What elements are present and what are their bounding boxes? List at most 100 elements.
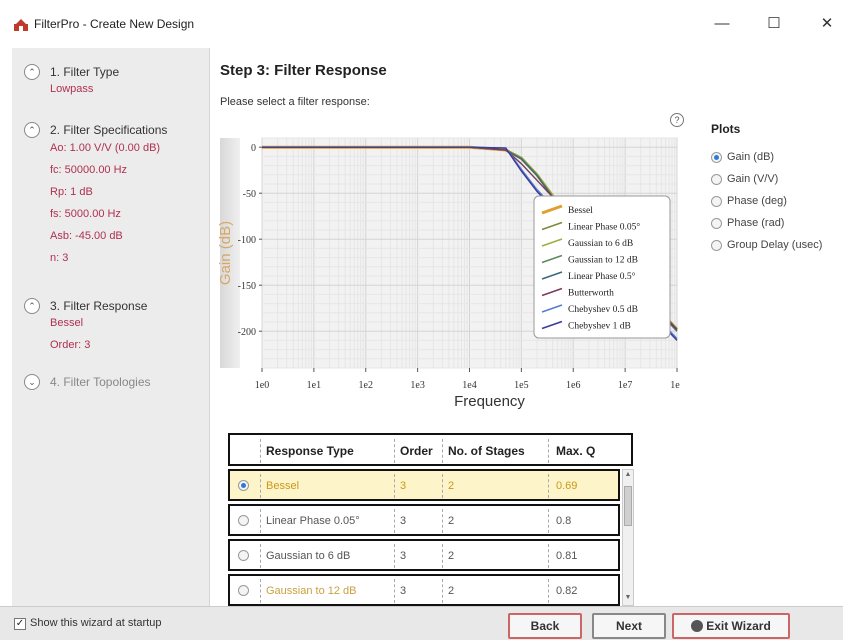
- legend-label: Chebyshev 0.5 dB: [568, 305, 638, 315]
- table-row[interactable]: Bessel 3 2 0.69: [228, 469, 620, 501]
- plot-option-gain-vv[interactable]: Gain (V/V): [711, 168, 843, 190]
- column-divider: [260, 439, 261, 463]
- x-tick-label: 1e3: [410, 380, 424, 391]
- cell-response-type: Bessel: [266, 480, 300, 492]
- plot-option-phase-rad[interactable]: Phase (rad): [711, 212, 843, 234]
- exit-icon: [691, 620, 704, 632]
- radio-button[interactable]: [711, 217, 722, 229]
- row-radio[interactable]: [238, 480, 249, 491]
- step-detail: fs: 5000.00 Hz: [50, 208, 121, 220]
- step-detail: Lowpass: [50, 83, 94, 95]
- table-scrollbar[interactable]: ▲ ▼: [622, 469, 634, 606]
- x-tick-label: 1e2: [359, 380, 373, 391]
- step-detail: fc: 50000.00 Hz: [50, 164, 128, 176]
- x-tick-label: 1e: [670, 380, 680, 391]
- cell-response-type: Linear Phase 0.05°: [266, 515, 360, 527]
- column-divider: [394, 544, 395, 568]
- plot-option-label: Phase (deg): [727, 195, 787, 207]
- next-button[interactable]: Next: [592, 613, 666, 639]
- title-bar: FilterPro - Create New Design — ☐ ✕: [0, 0, 843, 46]
- table-row[interactable]: Gaussian to 12 dB 3 2 0.82: [228, 574, 620, 606]
- response-table: Response Type Order No. of Stages Max. Q…: [228, 433, 638, 606]
- step-label[interactable]: 4. Filter Topologies: [50, 375, 151, 389]
- plot-option-label: Gain (dB): [727, 151, 775, 163]
- plot-option-group-delay[interactable]: Group Delay (usec): [711, 234, 843, 256]
- x-tick-label: 1e4: [462, 380, 476, 391]
- exit-wizard-button[interactable]: Exit Wizard: [672, 613, 790, 639]
- minimize-button[interactable]: —: [707, 12, 737, 36]
- step-label[interactable]: 2. Filter Specifications: [50, 123, 167, 137]
- collapse-icon[interactable]: ⌃: [24, 298, 40, 314]
- column-divider: [260, 474, 261, 498]
- radio-button[interactable]: [711, 195, 722, 207]
- help-icon[interactable]: ?: [670, 113, 684, 127]
- plots-options: Plots Gain (dB) Gain (V/V) Phase (deg) P…: [711, 122, 843, 256]
- legend-label: Butterworth: [568, 289, 614, 299]
- plot-option-label: Phase (rad): [727, 217, 785, 229]
- plot-option-phase-deg[interactable]: Phase (deg): [711, 190, 843, 212]
- y-tick-label: -50: [243, 189, 256, 200]
- radio-button[interactable]: [711, 151, 722, 163]
- step-detail: Bessel: [50, 317, 84, 329]
- prompt-text: Please select a filter response:: [220, 96, 370, 108]
- radio-button[interactable]: [711, 173, 722, 185]
- maximize-button[interactable]: ☐: [759, 12, 789, 36]
- x-tick-label: 1e7: [618, 380, 632, 391]
- back-button[interactable]: Back: [508, 613, 582, 639]
- plots-title: Plots: [711, 122, 741, 136]
- collapse-icon[interactable]: ⌃: [24, 64, 40, 80]
- cell-stages: 2: [448, 515, 455, 527]
- row-radio[interactable]: [238, 550, 249, 561]
- cell-order: 3: [400, 550, 407, 562]
- legend-label: Bessel: [568, 206, 593, 216]
- scroll-thumb[interactable]: [624, 486, 632, 526]
- close-button[interactable]: ✕: [812, 12, 842, 36]
- app-logo-icon: [14, 19, 28, 31]
- column-divider: [548, 474, 549, 498]
- column-divider: [260, 544, 261, 568]
- step-label[interactable]: 1. Filter Type: [50, 65, 119, 79]
- scroll-down-icon[interactable]: ▼: [624, 594, 632, 601]
- wizard-footer: ✓ Show this wizard at startup Back Next …: [0, 606, 843, 640]
- legend-box: [533, 195, 671, 339]
- page-title: Step 3: Filter Response: [220, 62, 387, 79]
- column-divider: [442, 544, 443, 568]
- collapse-icon[interactable]: ⌃: [24, 122, 40, 138]
- column-divider: [548, 509, 549, 533]
- row-radio[interactable]: [238, 515, 249, 526]
- main-panel: Step 3: Filter Response Please select a …: [212, 48, 843, 606]
- x-tick-label: 1e6: [566, 380, 580, 391]
- table-row[interactable]: Gaussian to 6 dB 3 2 0.81: [228, 539, 620, 571]
- legend-label: Gaussian to 12 dB: [568, 256, 638, 266]
- wizard-steps-sidebar: ⌃ 1. Filter Type Lowpass ⌃ 2. Filter Spe…: [12, 48, 210, 606]
- column-divider: [442, 579, 443, 603]
- expand-icon[interactable]: ⌄: [24, 374, 40, 390]
- legend-label: Chebyshev 1 dB: [568, 322, 631, 332]
- plot-option-gain-db[interactable]: Gain (dB): [711, 146, 843, 168]
- x-tick-label: 1e5: [514, 380, 528, 391]
- column-divider: [548, 579, 549, 603]
- cell-order: 3: [400, 515, 407, 527]
- x-tick-label: 1e1: [307, 380, 321, 391]
- y-axis-label: Gain (dB): [217, 221, 234, 285]
- table-header: Response Type Order No. of Stages Max. Q: [228, 433, 633, 466]
- column-divider: [442, 474, 443, 498]
- row-radio[interactable]: [238, 585, 249, 596]
- x-tick-label: 1e0: [255, 380, 269, 391]
- scroll-up-icon[interactable]: ▲: [624, 471, 632, 478]
- gain-plot: 0 -50 -100 -150 -200 1e0 1e1 1e2 1e3 1e4 1e5 1e6 1e7…: [212, 128, 682, 428]
- column-divider: [394, 509, 395, 533]
- window-title: FilterPro - Create New Design: [34, 17, 195, 31]
- show-wizard-checkbox[interactable]: ✓: [14, 618, 26, 630]
- column-header: Response Type: [266, 444, 354, 458]
- column-header: Order: [400, 444, 433, 458]
- legend-label: Linear Phase 0.05°: [568, 222, 640, 233]
- column-header: Max. Q: [556, 444, 596, 458]
- step-label[interactable]: 3. Filter Response: [50, 299, 147, 313]
- table-row[interactable]: Linear Phase 0.05° 3 2 0.8: [228, 504, 620, 536]
- legend-label: Linear Phase 0.5°: [568, 271, 636, 282]
- cell-response-type: Gaussian to 6 dB: [266, 550, 351, 562]
- column-divider: [260, 509, 261, 533]
- radio-button[interactable]: [711, 239, 722, 251]
- step-detail: Asb: -45.00 dB: [50, 230, 123, 242]
